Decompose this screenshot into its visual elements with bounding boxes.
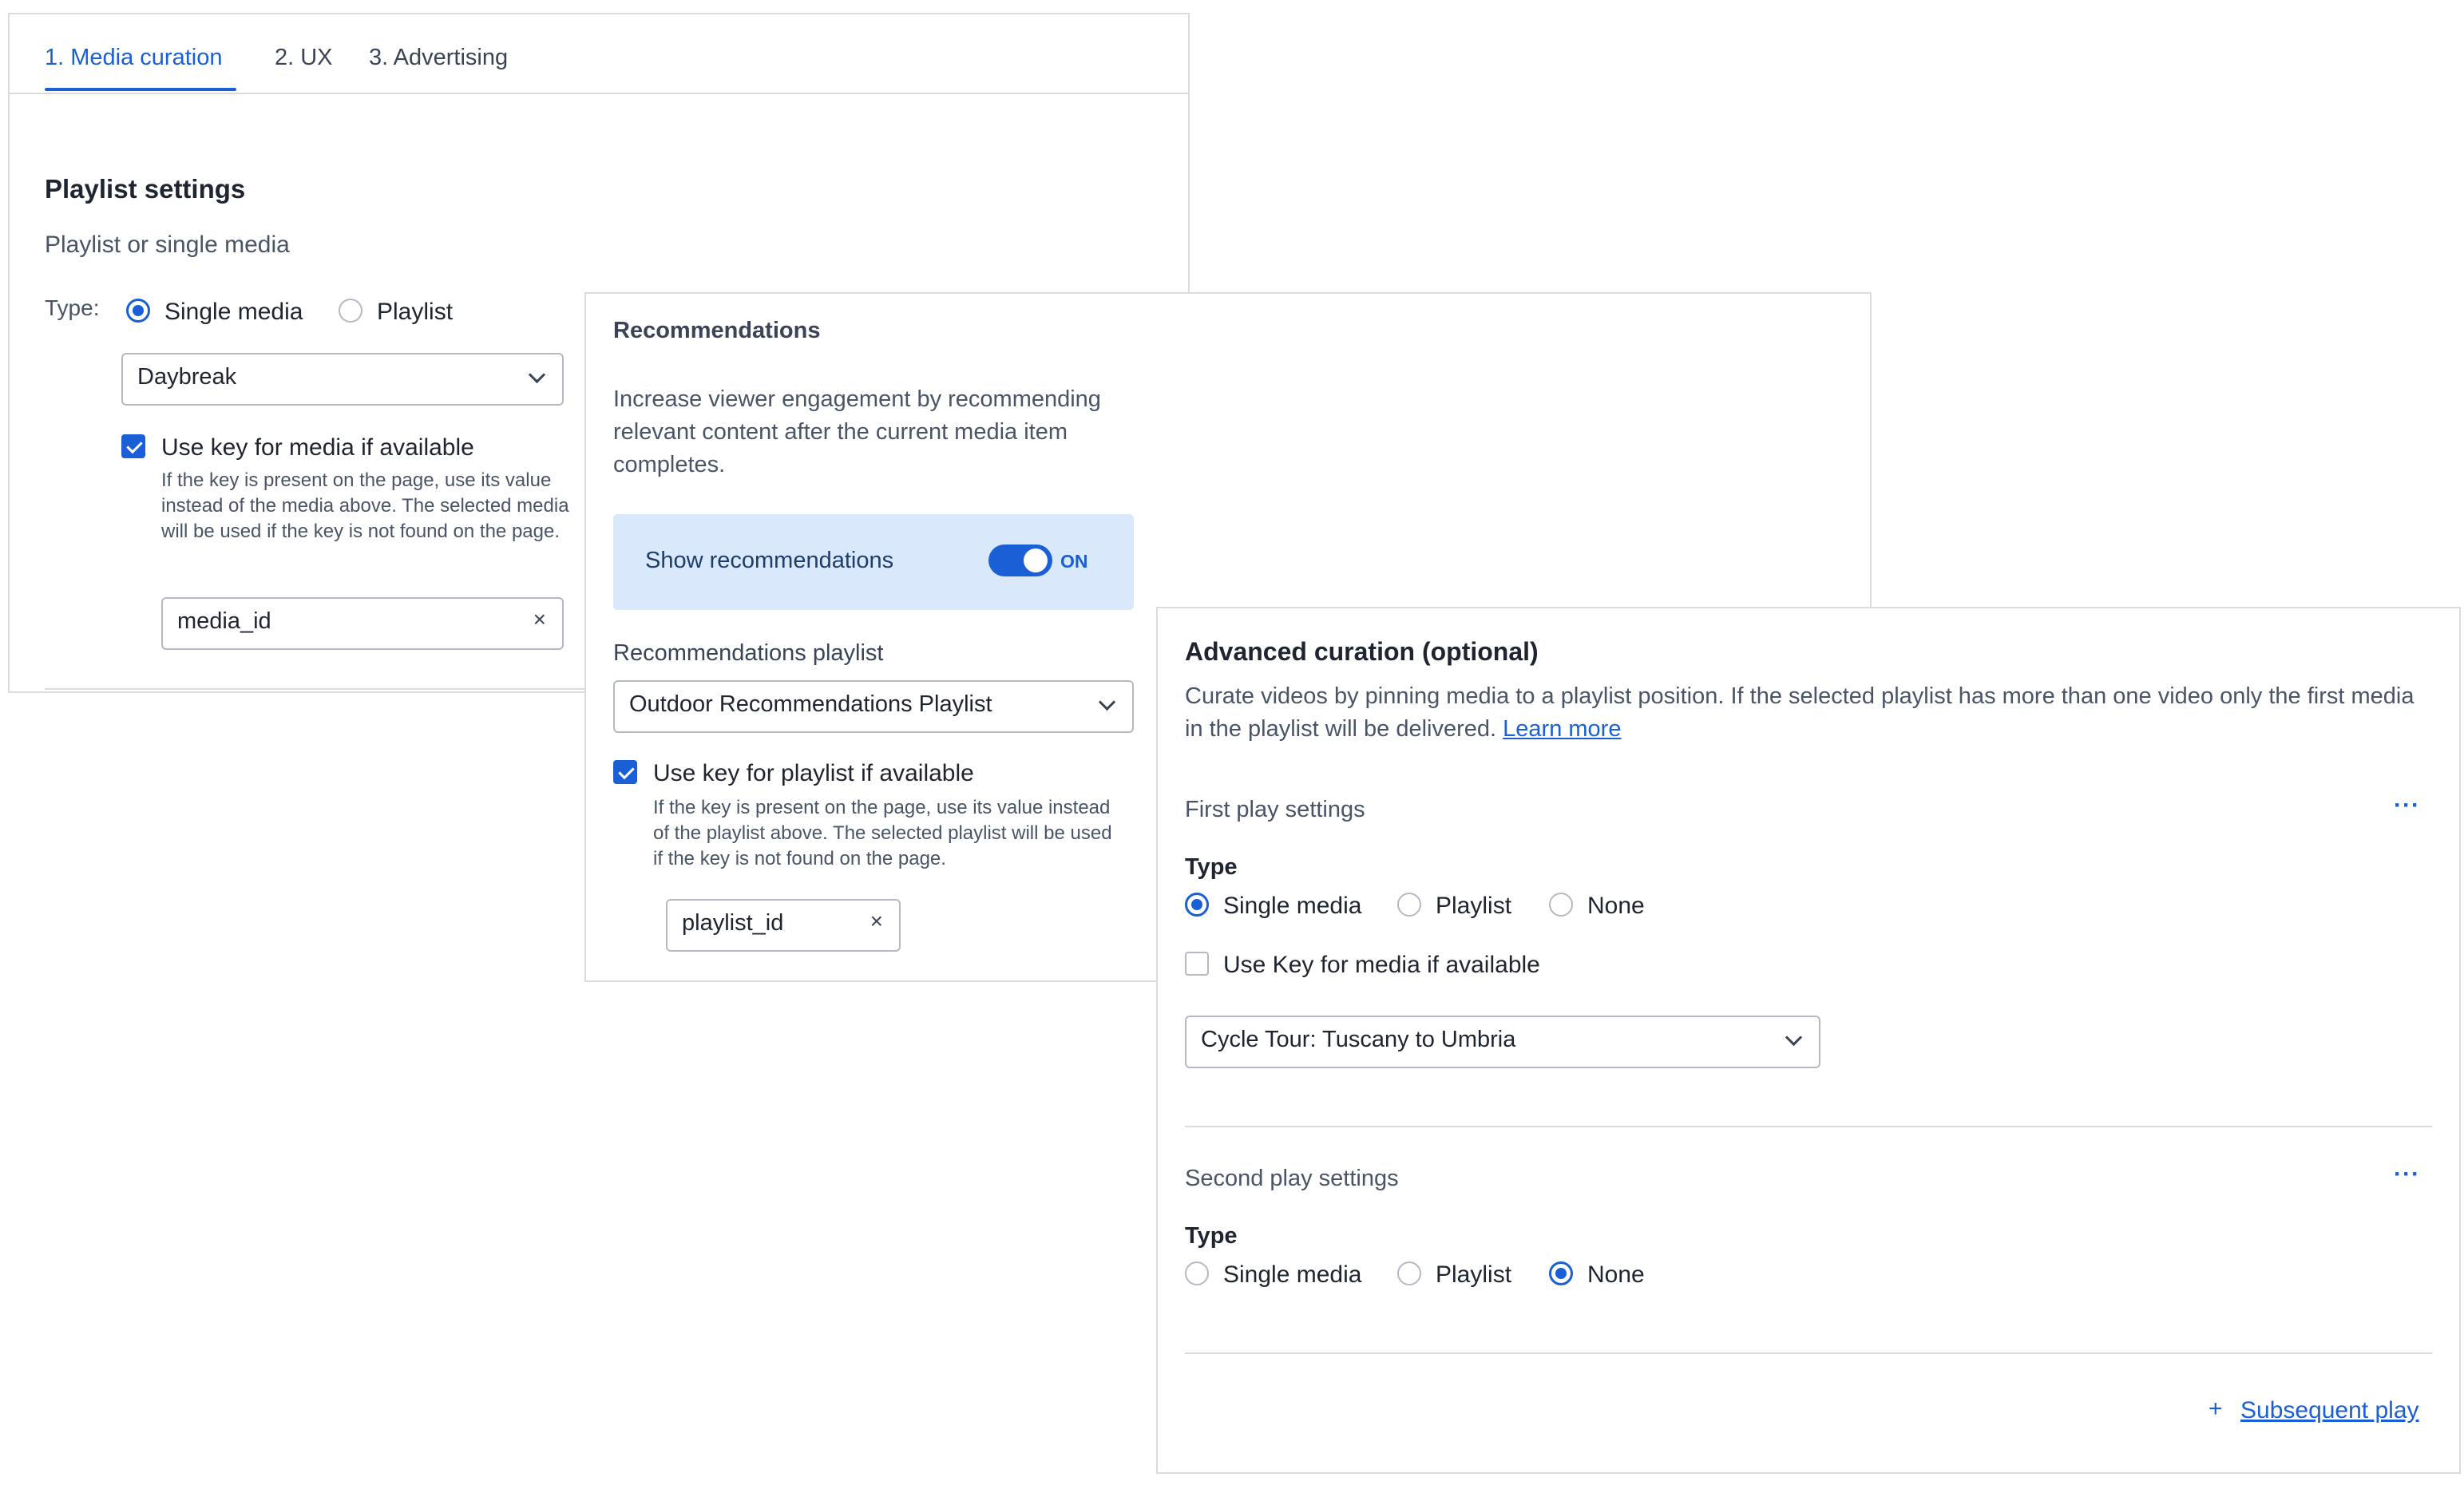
advanced-curation-description: Curate videos by pinning media to a play…: [1185, 680, 2414, 746]
playlist-settings-subtitle: Playlist or single media: [45, 232, 290, 258]
recommendations-description: Increase viewer engagement by recommendi…: [613, 386, 1101, 477]
first-play-single-media-label: Single media: [1223, 893, 1362, 919]
use-key-media-checkbox[interactable]: [121, 434, 145, 458]
show-recommendations-toggle[interactable]: [988, 544, 1052, 576]
second-play-single-media-label: Single media: [1223, 1261, 1362, 1288]
first-play-radio-playlist[interactable]: [1397, 893, 1421, 917]
recommendations-playlist-label: Recommendations playlist: [613, 640, 884, 666]
second-play-title: Second play settings: [1185, 1166, 1399, 1191]
first-play-playlist-label: Playlist: [1436, 893, 1512, 919]
first-play-none-label: None: [1587, 893, 1645, 919]
advanced-curation-panel: Advanced curation (optional) Curate vide…: [1156, 607, 2461, 1474]
first-play-use-key-checkbox[interactable]: [1185, 952, 1209, 976]
recommendations-title: Recommendations: [613, 318, 821, 343]
tab-advertising[interactable]: 3. Advertising: [369, 45, 508, 71]
first-play-type-label: Type: [1185, 854, 1238, 880]
chevron-down-icon: [528, 366, 546, 384]
clear-icon[interactable]: ×: [870, 909, 883, 934]
subsequent-play-link[interactable]: Subsequent play: [2240, 1397, 2419, 1424]
media-key-input[interactable]: media_id ×: [161, 597, 564, 650]
divider: [1185, 1352, 2432, 1354]
playlist-key-value: playlist_id: [682, 910, 784, 936]
second-play-radio-single-media[interactable]: [1185, 1261, 1209, 1285]
show-recommendations-banner: Show recommendations ON: [613, 514, 1134, 610]
second-play-radio-none[interactable]: [1549, 1261, 1573, 1285]
toggle-state-label: ON: [1060, 551, 1088, 572]
tab-ux[interactable]: 2. UX: [275, 45, 333, 71]
media-select-value: Daybreak: [137, 364, 237, 390]
clear-icon[interactable]: ×: [533, 607, 546, 632]
tab-media-curation[interactable]: 1. Media curation: [45, 45, 222, 71]
tab-bar: 1. Media curation 2. UX 3. Advertising: [10, 14, 1188, 94]
first-play-media-select[interactable]: Cycle Tour: Tuscany to Umbria: [1185, 1016, 1820, 1068]
second-play-none-label: None: [1587, 1261, 1645, 1288]
radio-single-media[interactable]: [126, 299, 150, 323]
second-play-radio-playlist[interactable]: [1397, 1261, 1421, 1285]
learn-more-link[interactable]: Learn more: [1503, 716, 1621, 742]
show-recommendations-label: Show recommendations: [645, 548, 894, 573]
radio-playlist-label: Playlist: [377, 299, 454, 325]
divider: [1185, 1126, 2432, 1127]
chevron-down-icon: [1785, 1028, 1803, 1047]
recommendations-playlist-select[interactable]: Outdoor Recommendations Playlist: [613, 680, 1134, 733]
toggle-knob: [1024, 548, 1048, 572]
first-play-use-key-label: Use Key for media if available: [1223, 952, 1540, 978]
media-key-value: media_id: [177, 608, 271, 634]
media-select[interactable]: Daybreak: [121, 353, 564, 406]
divider: [45, 688, 588, 690]
use-key-playlist-help: If the key is present on the page, use i…: [653, 797, 1112, 869]
first-play-media-value: Cycle Tour: Tuscany to Umbria: [1201, 1027, 1516, 1052]
first-play-radio-none[interactable]: [1549, 893, 1573, 917]
recommendations-playlist-value: Outdoor Recommendations Playlist: [629, 691, 992, 717]
playlist-key-input[interactable]: playlist_id ×: [666, 899, 901, 952]
active-tab-indicator: [45, 88, 236, 91]
radio-single-media-label: Single media: [164, 299, 303, 325]
use-key-media-label: Use key for media if available: [161, 434, 474, 461]
type-label: Type:: [45, 295, 100, 320]
chevron-down-icon: [1098, 693, 1116, 711]
advanced-curation-description-text: Curate videos by pinning media to a play…: [1185, 683, 2414, 742]
second-play-more-icon[interactable]: ···: [2394, 1161, 2420, 1188]
second-play-playlist-label: Playlist: [1436, 1261, 1512, 1288]
use-key-media-help: If the key is present on the page, use i…: [161, 469, 569, 542]
playlist-settings-title: Playlist settings: [45, 174, 246, 204]
use-key-playlist-checkbox[interactable]: [613, 760, 637, 784]
first-play-more-icon[interactable]: ···: [2394, 792, 2420, 819]
second-play-type-label: Type: [1185, 1223, 1238, 1249]
radio-playlist[interactable]: [339, 299, 362, 323]
advanced-curation-title: Advanced curation (optional): [1185, 637, 1539, 666]
first-play-radio-single-media[interactable]: [1185, 893, 1209, 917]
use-key-playlist-label: Use key for playlist if available: [653, 760, 974, 786]
first-play-title: First play settings: [1185, 797, 1365, 822]
plus-icon: +: [2208, 1396, 2223, 1422]
